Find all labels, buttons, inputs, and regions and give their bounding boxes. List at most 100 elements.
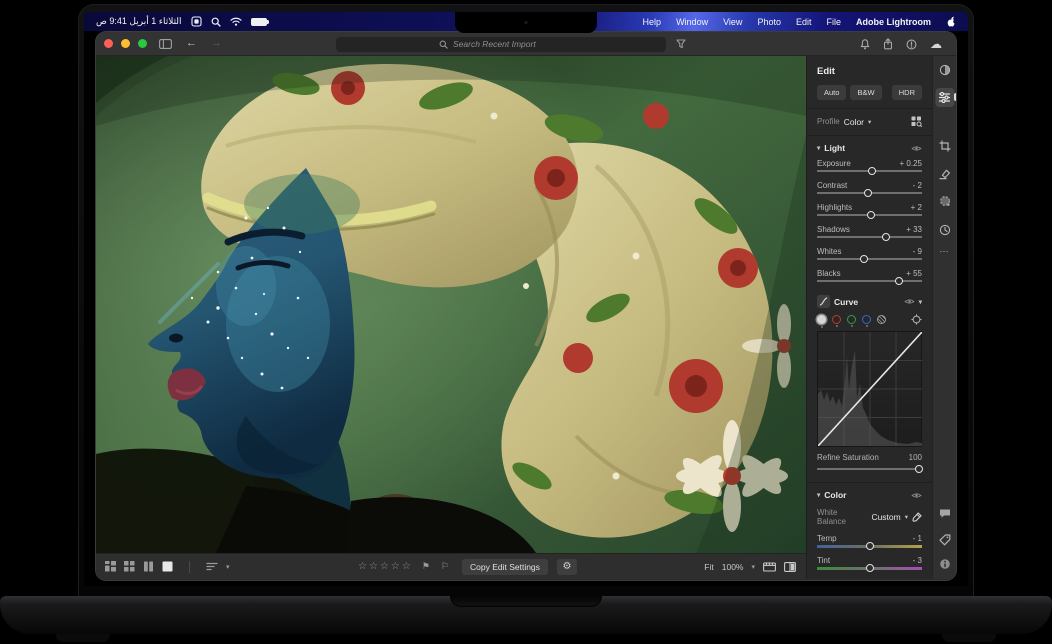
channel-luminance-button[interactable]	[817, 315, 826, 324]
copy-edit-settings-button[interactable]: Copy Edit Settings	[461, 558, 548, 575]
slider-track[interactable]	[817, 258, 922, 260]
cloud-sync-icon[interactable]: ☁	[930, 38, 942, 50]
slider-thumb[interactable]	[882, 232, 891, 241]
back-arrow-icon[interactable]: ←	[186, 38, 197, 49]
more-tools-icon[interactable]: ⋯	[940, 246, 950, 257]
search-field[interactable]	[336, 36, 666, 52]
menu-window[interactable]: Window	[676, 17, 708, 27]
highlights-slider[interactable]: Highlights + 2	[817, 197, 922, 219]
slider-track[interactable]	[817, 468, 922, 470]
flag-pick-icon[interactable]: ⚑	[422, 561, 432, 572]
spotlight-search-icon[interactable]	[211, 17, 221, 27]
adjust-preset-icon[interactable]	[939, 64, 951, 76]
filmstrip-toggle-icon[interactable]	[763, 561, 776, 572]
curve-target-icon[interactable]	[911, 314, 922, 325]
notifications-bell-icon[interactable]	[860, 38, 870, 50]
curve-collapse-chevron-icon[interactable]: ▾	[919, 298, 922, 306]
slider-thumb[interactable]	[894, 276, 903, 285]
contrast-slider[interactable]: Contrast - 2	[817, 175, 922, 197]
profile-value[interactable]: Color	[844, 117, 864, 127]
crop-icon[interactable]	[939, 140, 951, 152]
light-section-header[interactable]: ▾ Light	[817, 143, 922, 153]
slider-thumb[interactable]	[860, 254, 869, 263]
auto-button[interactable]: Auto	[817, 85, 847, 100]
menu-app-adobe-lightroom[interactable]: Adobe Lightroom	[856, 17, 931, 27]
exposure-slider[interactable]: Exposure + 0.25	[817, 153, 922, 175]
zoom-chevron-icon[interactable]: ▾	[751, 563, 755, 571]
slider-thumb[interactable]	[865, 563, 874, 572]
photo-view-area[interactable]: ▾ ☆☆☆☆☆ ⚑ ⚐ Copy Edit Settings ⚙ Fit 100…	[96, 56, 806, 579]
channel-green-button[interactable]	[847, 315, 856, 324]
wifi-icon[interactable]	[229, 17, 242, 26]
healing-brush-icon[interactable]	[938, 168, 951, 180]
whites-slider[interactable]: Whites - 9	[817, 241, 922, 263]
menu-photo[interactable]: Photo	[757, 17, 781, 27]
profile-browser-icon[interactable]	[911, 116, 922, 127]
shadows-slider[interactable]: Shadows + 33	[817, 219, 922, 241]
minimize-window-button[interactable]	[121, 39, 130, 48]
hdr-button[interactable]: HDR	[891, 85, 922, 100]
color-visibility-eye-icon[interactable]	[911, 492, 922, 499]
compare-view-icon[interactable]	[143, 561, 154, 572]
curve-visibility-eye-icon[interactable]	[904, 298, 915, 305]
sidebar-toggle-icon[interactable]	[159, 38, 172, 49]
zoom-level-value[interactable]: 100%	[722, 562, 744, 572]
blacks-slider[interactable]: Blacks + 55	[817, 263, 922, 285]
share-icon[interactable]	[883, 38, 893, 50]
slider-thumb[interactable]	[864, 188, 873, 197]
photo-grid-view-icon[interactable]	[105, 561, 116, 572]
square-grid-view-icon[interactable]	[124, 561, 135, 572]
input-source-icon[interactable]	[190, 16, 202, 27]
slider-thumb[interactable]	[865, 541, 874, 550]
forward-arrow-icon[interactable]: →	[211, 38, 222, 49]
slider-thumb[interactable]	[867, 166, 876, 175]
sort-chevron-icon[interactable]: ▾	[226, 563, 230, 571]
slider-thumb[interactable]	[914, 465, 923, 473]
laptop-foot	[942, 633, 996, 642]
detail-view-icon[interactable]	[162, 561, 173, 572]
refine-saturation-slider[interactable]	[817, 464, 923, 474]
channel-parametric-button[interactable]	[877, 315, 886, 324]
channel-red-button[interactable]	[832, 315, 841, 324]
edit-sliders-icon[interactable]	[935, 88, 954, 107]
zoom-fit-label[interactable]: Fit	[704, 562, 713, 572]
channel-blue-button[interactable]	[862, 315, 871, 324]
eyedropper-icon[interactable]	[912, 512, 922, 522]
sort-order-icon[interactable]	[206, 562, 218, 571]
before-after-view-icon[interactable]	[784, 561, 796, 572]
sync-status-icon[interactable]	[906, 39, 917, 50]
battery-icon[interactable]	[250, 17, 270, 26]
settings-gear-icon[interactable]: ⚙	[556, 558, 577, 575]
star-rating[interactable]: ☆☆☆☆☆	[358, 561, 413, 572]
search-input[interactable]	[453, 39, 563, 49]
clock-date-text[interactable]: الثلاثاء 1 أبريل 9:41 ص	[96, 16, 182, 27]
white-balance-chevron-icon[interactable]: ▾	[905, 513, 908, 521]
keywords-tag-icon[interactable]	[938, 534, 951, 546]
flag-reject-icon[interactable]: ⚐	[441, 561, 451, 572]
bw-button[interactable]: B&W	[850, 85, 882, 100]
menu-file[interactable]: File	[826, 17, 841, 27]
tint-slider[interactable]: Tint - 3	[817, 550, 922, 572]
close-window-button[interactable]	[104, 39, 113, 48]
slider-track[interactable]	[817, 280, 922, 282]
masking-icon[interactable]	[939, 195, 951, 207]
comments-icon[interactable]	[939, 508, 951, 519]
tone-curve-editor[interactable]	[817, 331, 922, 447]
slider-thumb[interactable]	[866, 210, 875, 219]
zoom-window-button[interactable]	[138, 39, 147, 48]
color-section-header[interactable]: ▾ Color	[817, 490, 922, 500]
menu-view[interactable]: View	[723, 17, 742, 27]
slider-track[interactable]	[817, 236, 922, 238]
filter-funnel-icon[interactable]	[676, 39, 686, 49]
temp-slider[interactable]: Temp - 1	[817, 528, 922, 550]
white-balance-value[interactable]: Custom	[871, 512, 900, 522]
light-visibility-eye-icon[interactable]	[911, 145, 922, 152]
menu-edit[interactable]: Edit	[796, 17, 812, 27]
curve-section-header[interactable]: Curve ▾	[817, 295, 922, 308]
versions-clock-icon[interactable]	[939, 224, 951, 236]
info-icon[interactable]	[939, 558, 951, 570]
profile-chevron-icon[interactable]: ▾	[868, 118, 871, 126]
apple-menu-icon[interactable]	[946, 16, 956, 28]
menu-help[interactable]: Help	[643, 17, 662, 27]
tone-curve-icon[interactable]	[817, 295, 830, 308]
